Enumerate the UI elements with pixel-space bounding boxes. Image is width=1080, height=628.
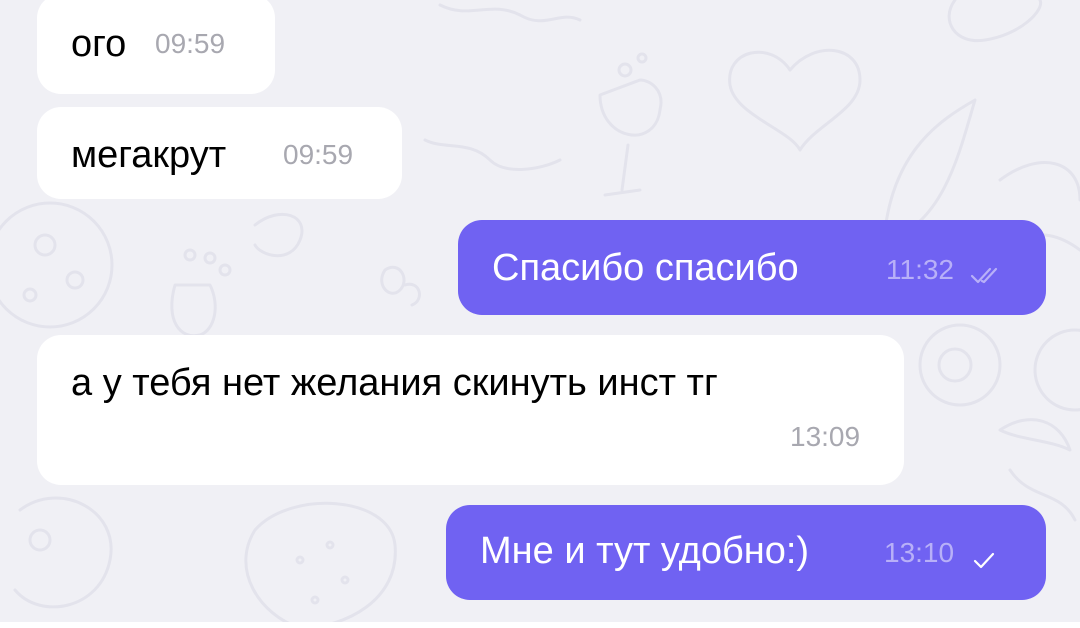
wine-glass-doodle-icon xyxy=(598,78,663,197)
egg-doodle-icon xyxy=(937,347,973,383)
outgoing-message[interactable]: Мне и тут удобно:) 13:10 xyxy=(446,505,1046,600)
heart-doodle-icon xyxy=(947,0,1043,43)
message-timestamp: 13:09 xyxy=(790,421,861,452)
crescent-doodle-icon xyxy=(998,418,1072,452)
foot-doodle-icon xyxy=(170,283,217,338)
bubble-doodle-icon xyxy=(636,52,648,64)
cookie-dot-icon xyxy=(33,233,57,257)
egg-doodle-icon xyxy=(918,323,1002,407)
squiggle-doodle-icon xyxy=(438,3,582,23)
incoming-message[interactable]: а у тебя нет желания скинуть инст тг 13:… xyxy=(37,335,904,485)
squiggle-doodle-icon xyxy=(423,138,562,171)
dots-doodle-icon xyxy=(183,248,197,262)
check-icon xyxy=(973,552,995,569)
dots-doodle-icon xyxy=(218,263,232,277)
seed-doodle-icon xyxy=(325,540,335,550)
egg-doodle-icon xyxy=(1033,328,1080,412)
strawberry-doodle-icon xyxy=(244,501,397,628)
dots-doodle-icon xyxy=(203,251,217,265)
seed-doodle-icon xyxy=(310,595,320,605)
message-text: мегакрут xyxy=(71,134,227,176)
leaf-doodle-icon xyxy=(883,98,977,242)
message-timestamp: 13:10 xyxy=(884,537,955,568)
double-check-icon xyxy=(970,267,998,284)
message-text: Мне и тут удобно:) xyxy=(480,530,810,572)
cookie-doodle-icon xyxy=(0,201,114,329)
incoming-message[interactable]: мегакрут 09:59 xyxy=(37,107,402,199)
coin-doodle-icon xyxy=(28,528,52,552)
seed-doodle-icon xyxy=(295,555,305,565)
outgoing-message[interactable]: Спасибо спасибо 11:32 xyxy=(458,220,1046,315)
bubble-doodle-icon xyxy=(617,62,633,78)
tomato-doodle-icon xyxy=(13,496,113,609)
heart-doodle-icon xyxy=(728,48,862,152)
message-text: Спасибо спасибо xyxy=(492,247,799,289)
incoming-message[interactable]: ого 09:59 xyxy=(37,0,275,94)
bone-doodle-icon xyxy=(253,212,304,258)
message-timestamp: 09:59 xyxy=(155,28,226,59)
message-timestamp: 11:32 xyxy=(886,254,954,285)
cookie-dot-icon xyxy=(65,270,85,290)
message-text: а у тебя нет желания скинуть инст тг xyxy=(71,362,718,404)
input-panel-edge xyxy=(0,622,1080,628)
message-timestamp: 09:59 xyxy=(283,139,354,170)
seed-doodle-icon xyxy=(340,575,350,585)
message-text: ого xyxy=(71,23,127,65)
cookie-dot-icon xyxy=(22,287,38,303)
grape-doodle-icon xyxy=(380,266,421,307)
